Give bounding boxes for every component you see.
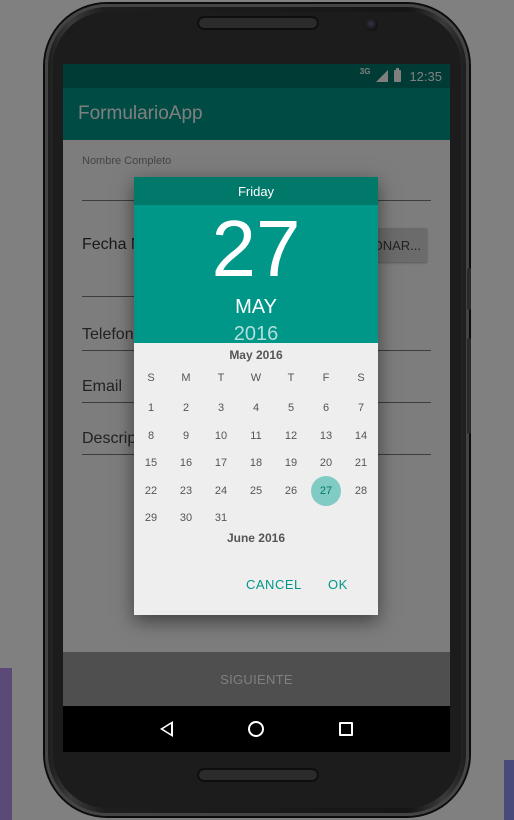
date-picker-month[interactable]: MAY bbox=[134, 296, 378, 319]
calendar-day[interactable]: 25 bbox=[241, 476, 271, 506]
front-camera bbox=[366, 19, 378, 31]
calendar-day[interactable]: 19 bbox=[276, 448, 306, 478]
calendar-day[interactable]: 22 bbox=[136, 476, 166, 506]
volume-button bbox=[467, 268, 471, 310]
ok-button[interactable]: OK bbox=[328, 577, 348, 592]
calendar-day[interactable]: 31 bbox=[206, 503, 236, 533]
calendar-day[interactable]: 16 bbox=[171, 448, 201, 478]
calendar-day[interactable]: 5 bbox=[276, 393, 306, 423]
date-picker-header: 27 MAY 2016 bbox=[134, 205, 378, 346]
calendar-day[interactable]: 3 bbox=[206, 393, 236, 423]
calendar-next-month-title: June 2016 bbox=[226, 531, 286, 545]
calendar-day[interactable]: 11 bbox=[241, 421, 271, 451]
calendar-day[interactable]: 20 bbox=[311, 448, 341, 478]
calendar-day[interactable]: 10 bbox=[206, 421, 236, 451]
calendar-day[interactable]: 29 bbox=[136, 503, 166, 533]
calendar-day[interactable]: 1 bbox=[136, 393, 166, 423]
date-picker-day[interactable]: 27 bbox=[134, 207, 378, 291]
calendar-day[interactable]: 30 bbox=[171, 503, 201, 533]
weekday-header: F bbox=[322, 372, 330, 384]
date-picker-weekday: Friday bbox=[134, 177, 378, 205]
cancel-button[interactable]: CANCEL bbox=[246, 577, 302, 592]
calendar-day[interactable]: 2 bbox=[171, 393, 201, 423]
calendar-day[interactable]: 14 bbox=[346, 421, 376, 451]
recents-icon[interactable] bbox=[338, 722, 353, 736]
calendar-day[interactable]: 24 bbox=[206, 476, 236, 506]
dialog-actions: CANCEL OK bbox=[134, 577, 378, 601]
side-button bbox=[467, 338, 471, 434]
calendar-month-title: May 2016 bbox=[229, 348, 283, 362]
background-strip-right bbox=[504, 760, 514, 820]
calendar-day[interactable]: 18 bbox=[241, 448, 271, 478]
date-picker-dialog: Friday 27 MAY 2016 May 2016 SMTWTFS 1234… bbox=[134, 177, 378, 615]
navigation-bar bbox=[63, 706, 450, 752]
device-screen: 3G 12:35 FormularioApp Nombre Completo F… bbox=[63, 64, 450, 752]
calendar-day[interactable]: 26 bbox=[276, 476, 306, 506]
calendar-day[interactable]: 4 bbox=[241, 393, 271, 423]
background-strip-left bbox=[0, 668, 12, 820]
calendar-day[interactable]: 6 bbox=[311, 393, 341, 423]
back-icon[interactable] bbox=[160, 721, 174, 737]
calendar-day-selected[interactable]: 27 bbox=[311, 476, 341, 506]
calendar-day[interactable]: 9 bbox=[171, 421, 201, 451]
calendar-day[interactable]: 23 bbox=[171, 476, 201, 506]
earpiece-speaker bbox=[197, 16, 319, 30]
weekday-header: T bbox=[217, 372, 225, 384]
calendar-day[interactable]: 17 bbox=[206, 448, 236, 478]
calendar-day[interactable]: 21 bbox=[346, 448, 376, 478]
calendar-day[interactable]: 15 bbox=[136, 448, 166, 478]
calendar-day[interactable]: 28 bbox=[346, 476, 376, 506]
weekday-header: M bbox=[181, 372, 191, 384]
calendar-day[interactable]: 13 bbox=[311, 421, 341, 451]
home-icon[interactable] bbox=[247, 721, 264, 737]
weekday-header: S bbox=[357, 372, 365, 384]
date-picker-year[interactable]: 2016 bbox=[134, 323, 378, 346]
weekday-header: T bbox=[287, 372, 295, 384]
weekday-header: S bbox=[147, 372, 155, 384]
calendar-day[interactable]: 12 bbox=[276, 421, 306, 451]
calendar-day[interactable]: 7 bbox=[346, 393, 376, 423]
weekday-header: W bbox=[250, 372, 262, 384]
bottom-speaker bbox=[197, 768, 319, 782]
calendar-day-grid: 1 2 3 4 5 6 7 8 9 10 11 12 13 14 15 16 17 18 19 20 21 22 23 24 2… bbox=[134, 396, 378, 546]
calendar-day[interactable]: 8 bbox=[136, 421, 166, 451]
